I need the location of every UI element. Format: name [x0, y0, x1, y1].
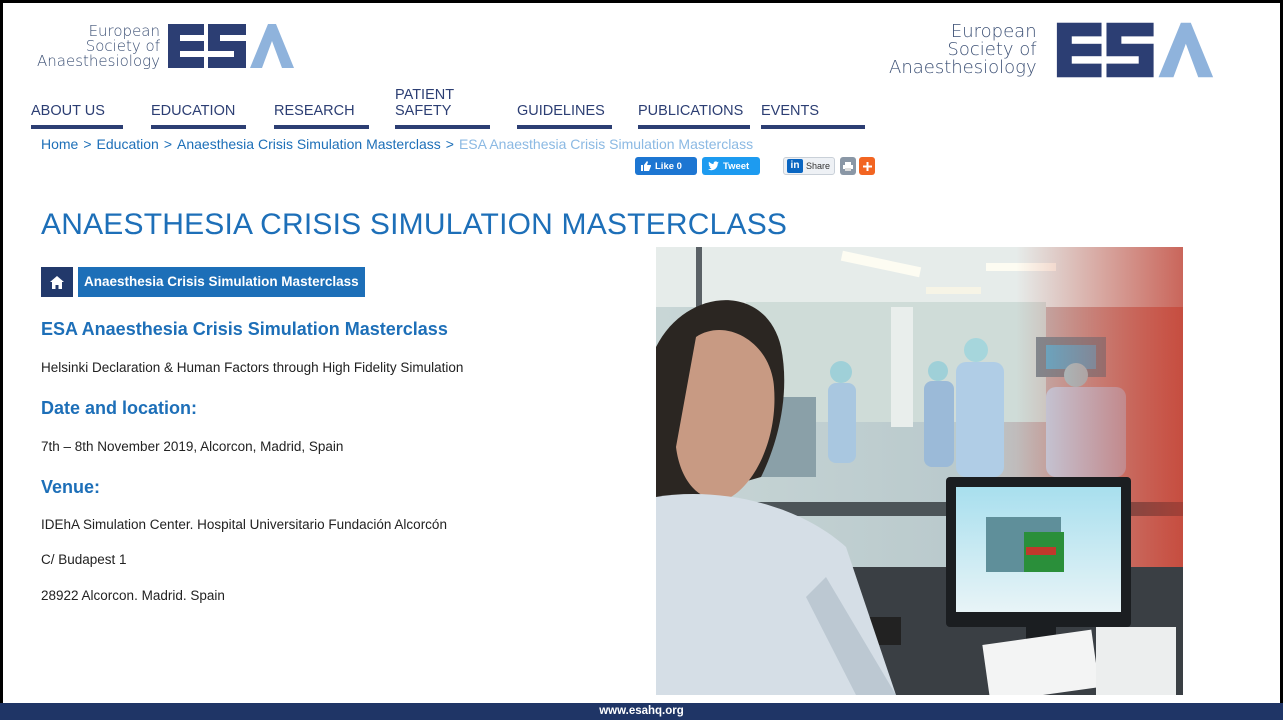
print-icon	[843, 161, 853, 171]
content-heading: ESA Anaesthesia Crisis Simulation Master…	[41, 319, 448, 339]
nav-item-research[interactable]: RESEARCH	[274, 103, 369, 129]
like-label: Like 0	[655, 160, 682, 172]
facebook-like-button[interactable]: Like 0	[635, 157, 697, 175]
nav-label-line1: PATIENT	[395, 87, 455, 103]
tweet-label: Tweet	[723, 160, 750, 172]
nav-label: ABOUT US	[31, 103, 105, 119]
nav-label: PUBLICATIONS	[638, 103, 744, 119]
linkedin-share-button[interactable]: in Share	[783, 157, 835, 175]
breadcrumb-current: ESA Anaesthesia Crisis Simulation Master…	[458, 136, 754, 152]
nav-label-line2: SAFETY	[395, 103, 452, 119]
photo-illustration	[656, 247, 1183, 695]
home-button[interactable]	[41, 267, 73, 297]
linkedin-icon: in	[787, 159, 803, 173]
venue-heading: Venue:	[41, 477, 101, 497]
nav-item-education[interactable]: EDUCATION	[151, 103, 246, 129]
footer: www.esahq.org	[0, 703, 1283, 720]
main-nav: ABOUT US EDUCATION RESEARCH PATIENT SAFE…	[31, 81, 871, 129]
logo-line-anaesthesiology: Anaesthesiology	[37, 51, 161, 70]
venue-line-3: 28922 Alcorcon. Madrid. Spain	[41, 588, 225, 603]
breadcrumb-masterclass[interactable]: Anaesthesia Crisis Simulation Masterclas…	[177, 136, 441, 152]
thumbs-up-icon	[641, 161, 651, 171]
breadcrumb-home[interactable]: Home	[41, 136, 78, 152]
breadcrumb: Home > Education > Anaesthesia Crisis Simula…	[41, 136, 753, 152]
logo-wordmark-right: European Society of Anaesthesiology	[889, 23, 1037, 77]
esa-logo[interactable]: European Society of Anaesthesiology	[37, 21, 295, 71]
breadcrumb-education[interactable]: Education	[97, 136, 159, 152]
nav-item-publications[interactable]: PUBLICATIONS	[638, 103, 750, 129]
nav-item-guidelines[interactable]: GUIDELINES	[517, 103, 612, 129]
page-title: ANAESTHESIA CRISIS SIMULATION MASTERCLAS…	[41, 208, 788, 241]
nav-label: EVENTS	[761, 103, 820, 119]
esa-logo-mark-right	[1056, 22, 1213, 78]
linkedin-label: Share	[806, 161, 831, 171]
esa-logo-right: European Society of Anaesthesiology	[889, 19, 1221, 81]
more-share-button[interactable]	[859, 157, 875, 175]
category-tag: Anaesthesia Crisis Simulation Masterclas…	[41, 267, 365, 297]
tweet-button[interactable]: Tweet	[702, 157, 760, 175]
nav-item-about-us[interactable]: ABOUT US	[31, 103, 123, 129]
print-button[interactable]	[840, 157, 856, 175]
date-text: 7th – 8th November 2019, Alcorcon, Madri…	[41, 439, 344, 454]
logo-line-anaesthesiology: Anaesthesiology	[889, 57, 1037, 78]
slide: European Society of Anaesthesiology Euro…	[3, 3, 1280, 703]
slide-frame: European Society of Anaesthesiology Euro…	[0, 0, 1283, 720]
esa-logo-mark	[168, 24, 295, 68]
home-icon	[50, 275, 64, 289]
breadcrumb-separator: >	[83, 136, 92, 152]
nav-item-patient-safety[interactable]: PATIENT SAFETY	[395, 87, 490, 129]
venue-line-2: C/ Budapest 1	[41, 552, 127, 567]
footer-url[interactable]: www.esahq.org	[0, 703, 1283, 720]
twitter-bird-icon	[708, 161, 719, 171]
nav-label: GUIDELINES	[517, 103, 605, 119]
breadcrumb-separator: >	[163, 136, 173, 152]
logo-wordmark: European Society of Anaesthesiology	[37, 23, 161, 70]
content-subtitle: Helsinki Declaration & Human Factors thr…	[41, 360, 464, 375]
nav-item-events[interactable]: EVENTS	[761, 103, 865, 129]
breadcrumb-separator: >	[445, 136, 454, 152]
date-heading: Date and location:	[41, 398, 198, 418]
category-tag-label[interactable]: Anaesthesia Crisis Simulation Masterclas…	[78, 267, 365, 297]
simulation-room-photo	[656, 247, 1183, 695]
venue-line-1: IDEhA Simulation Center. Hospital Univer…	[41, 517, 447, 532]
nav-label: EDUCATION	[151, 103, 236, 119]
plus-icon	[862, 161, 872, 171]
nav-label: RESEARCH	[274, 103, 355, 119]
